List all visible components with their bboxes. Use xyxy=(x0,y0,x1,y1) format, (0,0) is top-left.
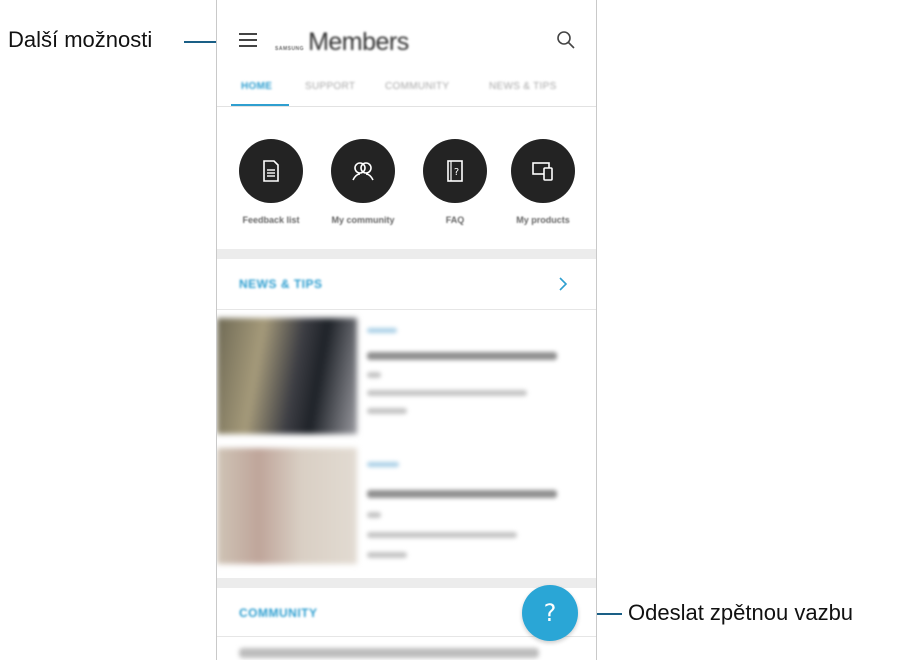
people-icon xyxy=(331,139,395,203)
news-category xyxy=(367,462,399,467)
news-tips-header[interactable]: NEWS & TIPS xyxy=(217,259,596,310)
question-icon: ? xyxy=(543,599,557,627)
shortcut-my-community[interactable]: My community xyxy=(323,139,403,225)
shortcut-row: Feedback list My community ? FAQ My prod… xyxy=(217,107,596,249)
svg-text:?: ? xyxy=(454,167,459,178)
brand-name: Members xyxy=(308,28,409,56)
active-tab-indicator xyxy=(231,104,289,106)
news-category xyxy=(367,328,397,333)
news-date xyxy=(367,408,407,414)
shortcut-my-products[interactable]: My products xyxy=(503,139,583,225)
tab-news-tips[interactable]: NEWS & TIPS xyxy=(489,81,557,92)
devices-icon xyxy=(511,139,575,203)
tab-support[interactable]: SUPPORT xyxy=(305,81,355,92)
news-item[interactable] xyxy=(217,440,596,570)
news-meta xyxy=(367,372,381,378)
news-date xyxy=(367,552,407,558)
send-feedback-button[interactable]: ? xyxy=(522,585,578,641)
shortcut-label: Feedback list xyxy=(242,215,300,225)
news-headline xyxy=(367,490,557,498)
news-thumbnail xyxy=(217,318,357,434)
app-logo: SAMSUNG Members xyxy=(275,28,409,57)
phone-screen: SAMSUNG Members HOME SUPPORT COMMUNITY N… xyxy=(216,0,597,660)
search-icon[interactable] xyxy=(556,30,576,50)
community-post-preview[interactable] xyxy=(239,648,539,658)
shortcut-label: FAQ xyxy=(445,215,465,225)
menu-icon[interactable] xyxy=(239,33,257,47)
tab-community[interactable]: COMMUNITY xyxy=(385,81,449,92)
news-thumbnail xyxy=(217,448,357,564)
chevron-right-icon[interactable] xyxy=(556,275,570,293)
section-divider xyxy=(217,249,596,259)
news-meta xyxy=(367,512,381,518)
shortcut-feedback-list[interactable]: Feedback list xyxy=(231,139,311,225)
news-snippet xyxy=(367,390,527,396)
shortcut-label: My products xyxy=(516,215,570,225)
tab-home[interactable]: HOME xyxy=(241,81,272,92)
document-icon xyxy=(239,139,303,203)
community-title: COMMUNITY xyxy=(239,606,318,620)
tab-bar: HOME SUPPORT COMMUNITY NEWS & TIPS xyxy=(217,72,596,107)
callout-send-feedback: Odeslat zpětnou vazbu xyxy=(628,600,854,625)
brand-small: SAMSUNG xyxy=(275,46,305,52)
news-headline xyxy=(367,352,557,360)
news-tips-title: NEWS & TIPS xyxy=(239,277,323,291)
callout-more-options: Další možnosti xyxy=(8,27,153,52)
news-snippet xyxy=(367,532,517,538)
shortcut-label: My community xyxy=(331,215,395,225)
faq-book-icon: ? xyxy=(423,139,487,203)
app-bar: SAMSUNG Members xyxy=(217,0,596,72)
news-item[interactable] xyxy=(217,310,596,440)
shortcut-faq[interactable]: ? FAQ xyxy=(415,139,495,225)
